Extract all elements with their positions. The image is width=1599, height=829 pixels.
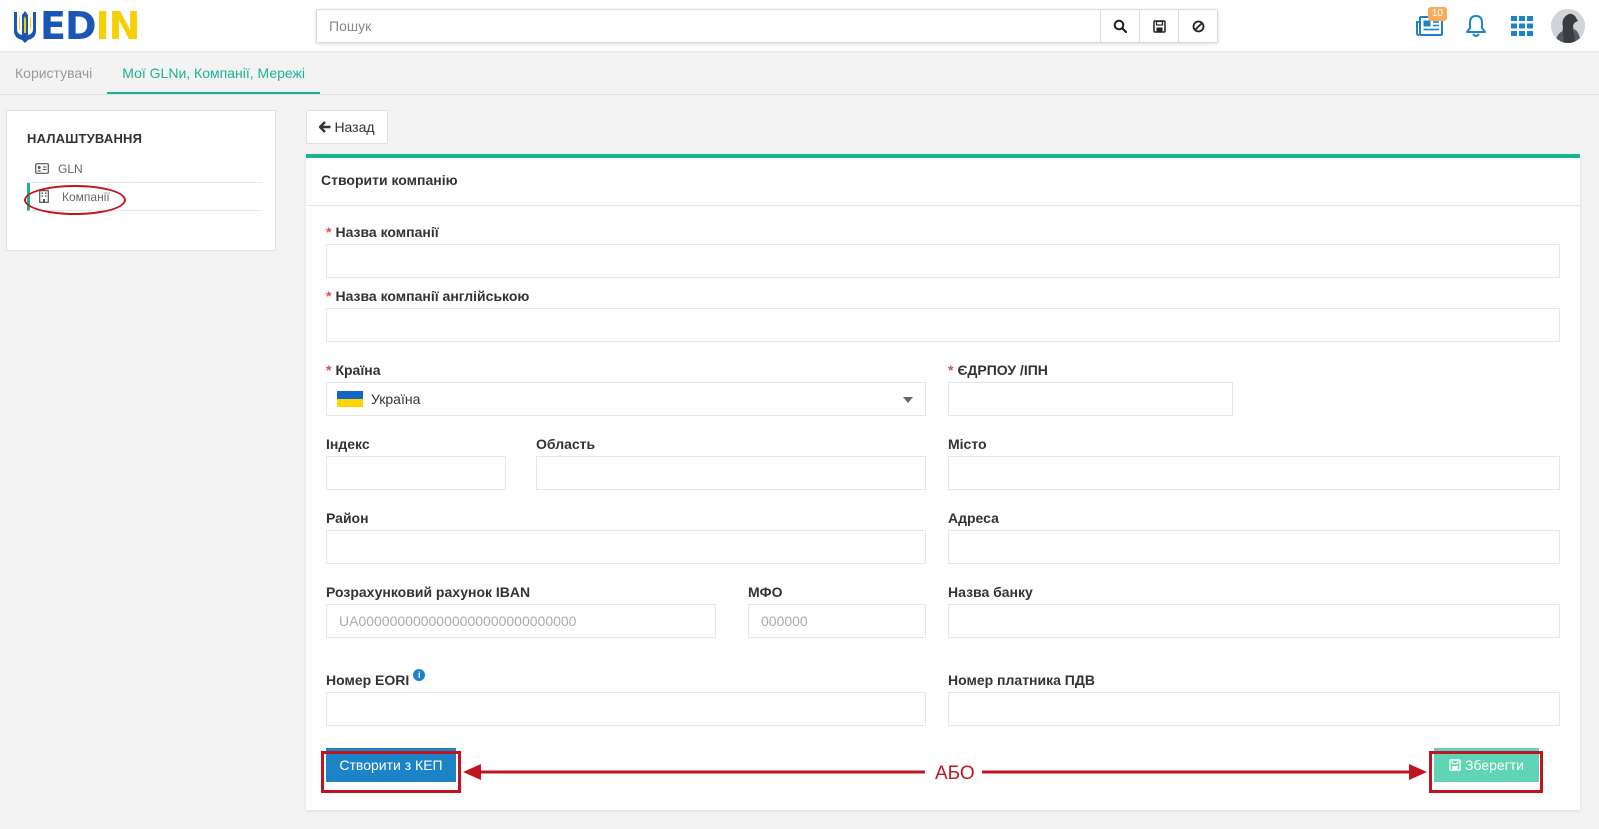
highlight-oval-annotation bbox=[24, 185, 126, 215]
search-button[interactable] bbox=[1100, 10, 1139, 42]
country-label: * Країна bbox=[326, 362, 381, 378]
ban-icon bbox=[1192, 20, 1204, 32]
search-bar bbox=[316, 9, 1218, 43]
city-label: Місто bbox=[948, 436, 987, 452]
sidebar-item-label: GLN bbox=[58, 161, 83, 176]
required-mark: * bbox=[326, 224, 332, 240]
company-name-input[interactable] bbox=[326, 244, 1560, 278]
city-input[interactable] bbox=[948, 456, 1560, 490]
iban-input[interactable] bbox=[326, 604, 716, 638]
news-count-badge: 10 bbox=[1427, 7, 1447, 21]
main-tabs: Користувачі Мої GLNи, Компанії, Мережі bbox=[0, 53, 1599, 95]
mfo-label: МФО bbox=[748, 584, 783, 600]
company-name-en-input[interactable] bbox=[326, 308, 1560, 342]
bell-icon bbox=[1466, 15, 1486, 37]
required-mark: * bbox=[326, 288, 332, 304]
ukraine-trident-icon bbox=[14, 11, 36, 43]
back-label: Назад bbox=[334, 119, 375, 135]
district-input[interactable] bbox=[326, 530, 926, 564]
settings-sidebar: НАЛАШТУВАННЯ GLN Компанії bbox=[6, 110, 276, 251]
edrpou-input[interactable] bbox=[948, 382, 1233, 416]
required-mark: * bbox=[326, 362, 332, 378]
mfo-input[interactable] bbox=[748, 604, 926, 638]
eori-input[interactable] bbox=[326, 692, 926, 726]
top-bar: EDIN 10 bbox=[0, 0, 1599, 52]
index-label: Індекс bbox=[326, 436, 370, 452]
country-select[interactable]: Україна bbox=[326, 382, 926, 416]
search-icon bbox=[1113, 19, 1127, 33]
apps-grid-icon bbox=[1511, 16, 1533, 36]
save-highlight-box bbox=[1429, 751, 1543, 793]
tab-my-glns-companies-networks[interactable]: Мої GLNи, Компанії, Мережі bbox=[107, 53, 320, 94]
bank-name-input[interactable] bbox=[948, 604, 1560, 638]
ukraine-flag-icon bbox=[337, 391, 363, 407]
address-input[interactable] bbox=[948, 530, 1560, 564]
address-label: Адреса bbox=[948, 510, 999, 526]
required-mark: * bbox=[948, 362, 954, 378]
eori-label: Номер EORI i bbox=[326, 669, 426, 688]
avatar[interactable] bbox=[1551, 9, 1585, 43]
vat-number-input[interactable] bbox=[948, 692, 1560, 726]
sidebar-item-gln[interactable]: GLN bbox=[27, 155, 262, 183]
edin-logo[interactable]: EDIN bbox=[12, 4, 141, 48]
back-button[interactable]: Назад bbox=[306, 110, 388, 144]
header-actions: 10 bbox=[1407, 7, 1585, 44]
iban-label: Розрахунковий рахунок IBAN bbox=[326, 584, 531, 600]
region-input[interactable] bbox=[536, 456, 926, 490]
sidebar-title: НАЛАШТУВАННЯ bbox=[27, 131, 143, 146]
save-search-button[interactable] bbox=[1139, 10, 1178, 42]
company-name-label: * Назва компанії bbox=[326, 224, 439, 240]
edrpou-label: * ЄДРПОУ /ІПН bbox=[948, 362, 1048, 378]
info-icon[interactable]: i bbox=[413, 669, 426, 681]
apps-button[interactable] bbox=[1499, 8, 1545, 44]
logo-text-in: IN bbox=[95, 4, 141, 48]
notifications-button[interactable] bbox=[1453, 8, 1499, 44]
id-card-icon bbox=[35, 163, 49, 174]
panel-title: Створити компанію bbox=[306, 158, 1580, 206]
country-selected-value: Україна bbox=[371, 391, 421, 407]
or-annotation-text: АБО bbox=[935, 763, 975, 784]
clear-search-button[interactable] bbox=[1178, 10, 1217, 42]
news-button[interactable]: 10 bbox=[1407, 7, 1453, 44]
kep-highlight-box bbox=[321, 751, 461, 793]
vat-number-label: Номер платника ПДВ bbox=[948, 672, 1095, 688]
search-input[interactable] bbox=[317, 10, 1100, 42]
region-label: Область bbox=[536, 436, 596, 452]
company-name-en-label: * Назва компанії англійською bbox=[326, 288, 530, 304]
district-label: Район bbox=[326, 510, 369, 526]
bank-name-label: Назва банку bbox=[948, 584, 1033, 600]
logo-text-ed: ED bbox=[40, 4, 97, 48]
user-avatar-image bbox=[1551, 9, 1585, 43]
tab-users[interactable]: Користувачі bbox=[0, 53, 107, 94]
arrow-left-icon bbox=[319, 121, 331, 133]
create-company-panel: Створити компанію * Назва компанії * Назва… bbox=[306, 154, 1580, 810]
index-input[interactable] bbox=[326, 456, 506, 490]
chevron-down-icon bbox=[903, 397, 913, 403]
save-icon bbox=[1152, 19, 1166, 33]
